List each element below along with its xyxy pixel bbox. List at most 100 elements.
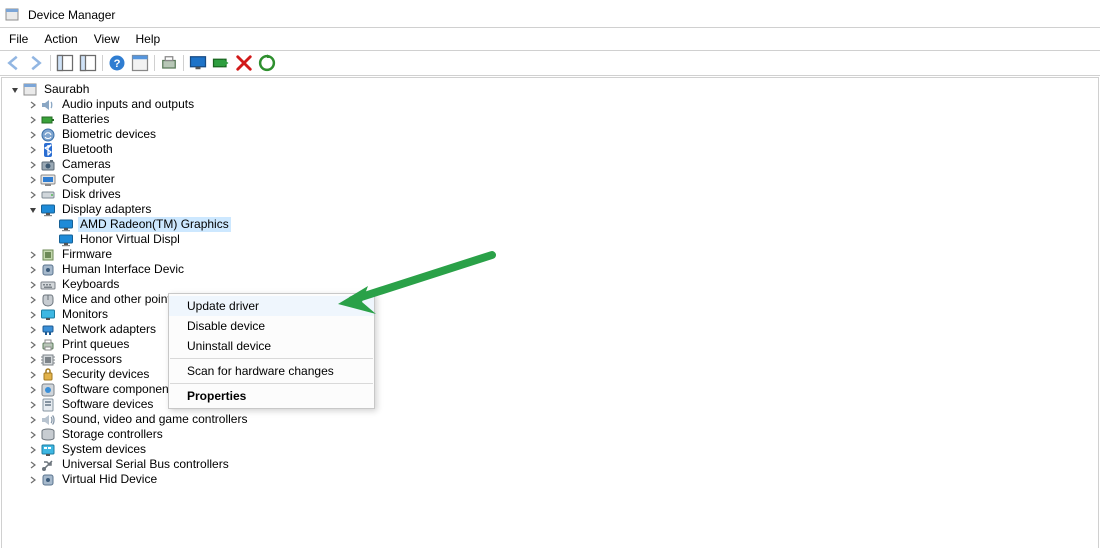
tree-item-display[interactable]: Display adapters [4,202,1098,217]
chevron-down-icon[interactable] [28,205,38,215]
showhide-tree2-icon[interactable] [77,52,99,74]
tree-label: Biometric devices [60,127,158,142]
keyboard-icon [40,277,56,293]
forward-icon[interactable] [25,52,47,74]
tree-label: Mice and other pointin [60,292,182,307]
menu-separator [170,383,373,384]
menu-action[interactable]: Action [36,31,85,47]
tree-label: Monitors [60,307,110,322]
context-menu-item[interactable]: Disable device [169,316,374,336]
chevron-right-icon[interactable] [28,445,38,455]
battery-icon [40,112,56,128]
menu-help[interactable]: Help [128,31,169,47]
software-device-icon [40,397,56,413]
chevron-right-icon[interactable] [28,160,38,170]
software-component-icon [40,382,56,398]
tree-item-cameras[interactable]: Cameras [4,157,1098,172]
tree-item-sound[interactable]: Sound, video and game controllers [4,412,1098,427]
chevron-right-icon[interactable] [28,250,38,260]
context-menu-item[interactable]: Uninstall device [169,336,374,356]
print-icon[interactable] [158,52,180,74]
biometric-icon [40,127,56,143]
firmware-icon [40,247,56,263]
menu-view[interactable]: View [86,31,128,47]
chevron-right-icon[interactable] [28,100,38,110]
chevron-right-icon[interactable] [28,340,38,350]
chevron-right-icon[interactable] [28,430,38,440]
context-menu-item[interactable]: Update driver [169,296,374,316]
chevron-right-icon[interactable] [28,145,38,155]
chevron-right-icon[interactable] [28,115,38,125]
tree-item-biometric[interactable]: Biometric devices [4,127,1098,142]
update-driver-icon[interactable] [256,52,278,74]
chevron-right-icon[interactable] [28,265,38,275]
context-menu-item[interactable]: Scan for hardware changes [169,361,374,381]
tree-label: Honor Virtual Displ [78,232,182,247]
tree-label: Storage controllers [60,427,165,442]
chevron-right-icon[interactable] [28,475,38,485]
tree-label: Virtual Hid Device [60,472,159,487]
tree-item-hid[interactable]: Human Interface Devic [4,262,1098,277]
monitor-icon[interactable] [187,52,209,74]
tree-label: Universal Serial Bus controllers [60,457,231,472]
tree-label: Processors [60,352,124,367]
chevron-right-icon[interactable] [28,295,38,305]
context-menu-item[interactable]: Properties [169,386,374,406]
display-icon [40,202,56,218]
tree-item-vhid[interactable]: Virtual Hid Device [4,472,1098,487]
help-icon[interactable] [106,52,128,74]
tree-label: Security devices [60,367,151,382]
menu-file[interactable]: File [1,31,36,47]
menu-separator [170,358,373,359]
tree-item-keyboards[interactable]: Keyboards [4,277,1098,292]
tree-item-batteries[interactable]: Batteries [4,112,1098,127]
computer-icon [40,172,56,188]
monitor-icon [40,307,56,323]
chevron-right-icon[interactable] [28,175,38,185]
tree-item-usb[interactable]: Universal Serial Bus controllers [4,457,1098,472]
chevron-right-icon[interactable] [28,385,38,395]
chevron-down-icon[interactable] [10,85,20,95]
chevron-right-icon[interactable] [28,400,38,410]
tree-label: Computer [60,172,117,187]
chevron-right-icon[interactable] [28,130,38,140]
display-icon [58,232,74,248]
tree-item-firmware[interactable]: Firmware [4,247,1098,262]
tree-item-honor[interactable]: Honor Virtual Displ [4,232,1098,247]
context-menu[interactable]: Update driverDisable deviceUninstall dev… [168,293,375,409]
hid-icon [40,472,56,488]
toolbar [0,51,1100,76]
chevron-right-icon[interactable] [28,325,38,335]
chevron-right-icon[interactable] [28,415,38,425]
storage-icon [40,427,56,443]
tree-item-audio[interactable]: Audio inputs and outputs [4,97,1098,112]
tree-label: Display adapters [60,202,153,217]
disable-icon[interactable] [233,52,255,74]
tree-label: System devices [60,442,148,457]
tree-label: Sound, video and game controllers [60,412,249,427]
chevron-right-icon[interactable] [28,460,38,470]
tree-item-amd[interactable]: AMD Radeon(TM) Graphics [4,217,1098,232]
titlebar: Device Manager [0,0,1100,28]
showhide-tree-icon[interactable] [54,52,76,74]
back-icon[interactable] [2,52,24,74]
tree-label: Keyboards [60,277,121,292]
chevron-right-icon[interactable] [28,190,38,200]
chevron-right-icon[interactable] [28,280,38,290]
tree-label: Disk drives [60,187,123,202]
properties-icon[interactable] [129,52,151,74]
tree-pane[interactable]: SaurabhAudio inputs and outputsBatteries… [1,77,1099,548]
network-icon [40,322,56,338]
tree-item-system[interactable]: System devices [4,442,1098,457]
chevron-right-icon[interactable] [28,370,38,380]
tree-item-storage[interactable]: Storage controllers [4,427,1098,442]
tree-item-diskdrives[interactable]: Disk drives [4,187,1098,202]
tree-item-bluetooth[interactable]: Bluetooth [4,142,1098,157]
chevron-right-icon[interactable] [28,310,38,320]
tree-item-computer[interactable]: Computer [4,172,1098,187]
usb-icon [40,457,56,473]
hid-icon [40,262,56,278]
enable-icon[interactable] [210,52,232,74]
tree-root[interactable]: Saurabh [4,82,1098,97]
chevron-right-icon[interactable] [28,355,38,365]
